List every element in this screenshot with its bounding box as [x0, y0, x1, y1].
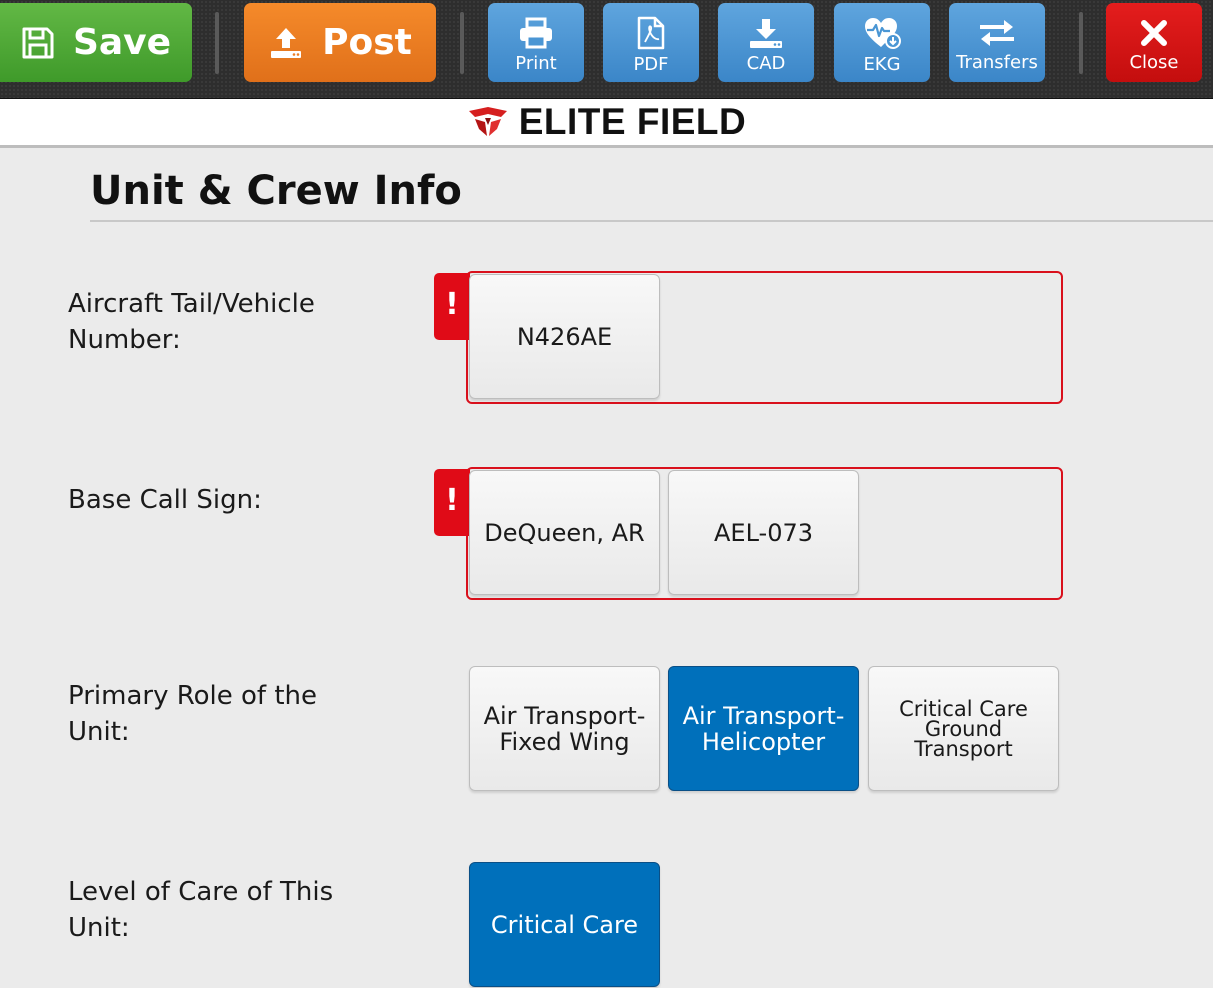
required-flag-icon: !: [434, 469, 470, 536]
tail-number-option[interactable]: N426AE: [469, 274, 660, 399]
cad-button[interactable]: CAD: [718, 3, 814, 82]
required-flag-icon: !: [434, 273, 470, 340]
close-icon: [1141, 20, 1167, 46]
printer-icon: [520, 17, 552, 49]
level-of-care-label: Level of Care of This Unit:: [68, 877, 334, 943]
save-label: Save: [72, 22, 172, 63]
page-title: Unit & Crew Info: [90, 168, 462, 214]
ekg-label: EKG: [863, 54, 901, 75]
level-of-care-option-selected[interactable]: Critical Care: [469, 862, 660, 987]
toolbar-separator: [215, 12, 219, 74]
primary-role-option[interactable]: Air Transport-Fixed Wing: [469, 666, 660, 791]
call-sign-label: Base Call Sign:: [68, 485, 262, 515]
post-button[interactable]: Post: [244, 3, 436, 82]
print-label: Print: [515, 53, 557, 74]
brand-bar: ELITE FIELD: [0, 99, 1213, 148]
save-button[interactable]: Save: [0, 3, 192, 82]
close-button[interactable]: Close: [1106, 3, 1202, 82]
ekg-button[interactable]: EKG: [834, 3, 930, 82]
toolbar-separator: [460, 12, 464, 74]
elite-logo-icon: [468, 107, 507, 136]
primary-role-label: Primary Role of the Unit:: [68, 681, 318, 747]
brand-name: ELITE FIELD: [518, 101, 747, 142]
primary-role-option-selected[interactable]: Air Transport-Helicopter: [668, 666, 859, 791]
pdf-button[interactable]: PDF: [603, 3, 699, 82]
close-label: Close: [1129, 52, 1179, 73]
floppy-disk-icon: [22, 27, 54, 58]
pdf-label: PDF: [633, 54, 669, 75]
cad-label: CAD: [746, 53, 786, 74]
toolbar-separator: [1079, 12, 1083, 74]
post-label: Post: [322, 22, 412, 63]
primary-role-option[interactable]: Critical Care Ground Transport: [868, 666, 1059, 791]
upload-icon: [271, 27, 302, 58]
download-icon: [750, 19, 782, 48]
tail-number-label: Aircraft Tail/Vehicle Number:: [68, 289, 315, 355]
pdf-file-icon: [637, 16, 665, 50]
print-button[interactable]: Print: [488, 3, 584, 82]
call-sign-option[interactable]: AEL-073: [668, 470, 859, 595]
heart-ekg-icon: [865, 18, 901, 49]
call-sign-option[interactable]: DeQueen, AR: [469, 470, 660, 595]
section-divider: [90, 220, 1213, 222]
transfer-arrows-icon: [980, 20, 1014, 46]
toolbar: Save Post Print PDF CAD EKG Transfers Cl…: [0, 0, 1213, 99]
transfers-button[interactable]: Transfers: [949, 3, 1045, 82]
transfers-label: Transfers: [956, 52, 1038, 73]
